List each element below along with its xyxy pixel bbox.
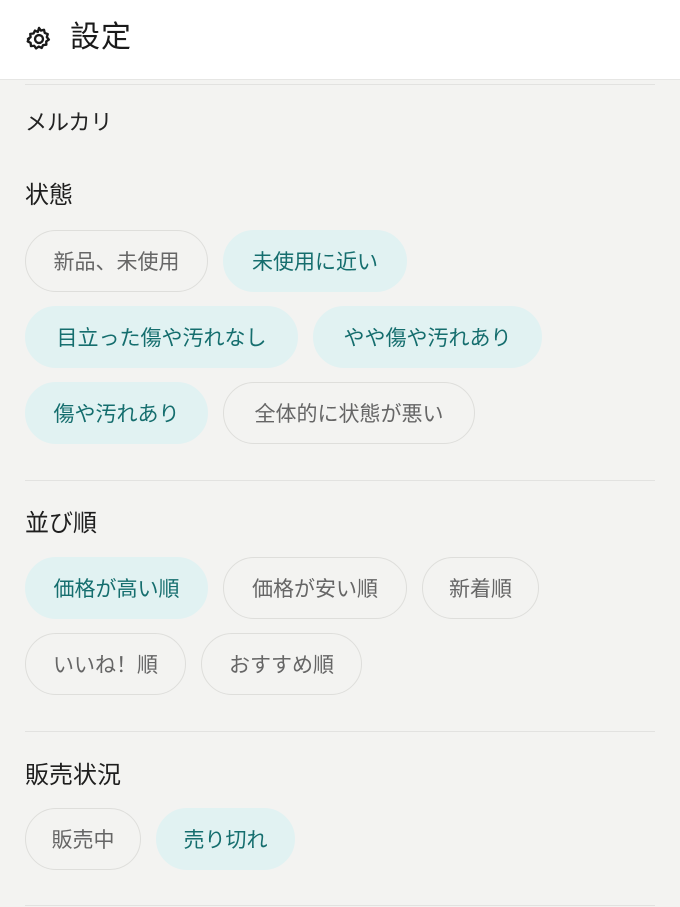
chip-sort-recommended[interactable]: おすすめ順: [201, 633, 362, 695]
divider: [25, 84, 655, 85]
chip-condition-no-noticeable-damage[interactable]: 目立った傷や汚れなし: [25, 306, 298, 368]
gear-icon: [26, 26, 51, 50]
chip-condition-some-damage[interactable]: やや傷や汚れあり: [313, 306, 542, 368]
divider: [25, 480, 655, 481]
condition-section-title: 状態: [25, 181, 73, 209]
chip-sort-likes[interactable]: いいね！順: [25, 633, 186, 695]
chip-sort-price-low[interactable]: 価格が安い順: [223, 557, 407, 619]
page-title: 設定: [70, 20, 132, 55]
status-section-title: 販売状況: [25, 761, 121, 789]
sort-section-title: 並び順: [25, 509, 97, 537]
divider: [25, 905, 655, 906]
chip-sort-newest[interactable]: 新着順: [422, 557, 539, 619]
chip-condition-like-new[interactable]: 未使用に近い: [223, 230, 407, 292]
chip-status-on-sale[interactable]: 販売中: [25, 808, 141, 870]
service-label: メルカリ: [25, 111, 113, 136]
app-header: 設定: [0, 0, 680, 80]
chip-condition-damaged[interactable]: 傷や汚れあり: [25, 382, 208, 444]
chip-condition-poor[interactable]: 全体的に状態が悪い: [223, 382, 475, 444]
chip-status-sold-out[interactable]: 売り切れ: [156, 808, 295, 870]
chip-condition-new[interactable]: 新品、未使用: [25, 230, 208, 292]
divider: [25, 731, 655, 732]
chip-sort-price-high[interactable]: 価格が高い順: [25, 557, 208, 619]
